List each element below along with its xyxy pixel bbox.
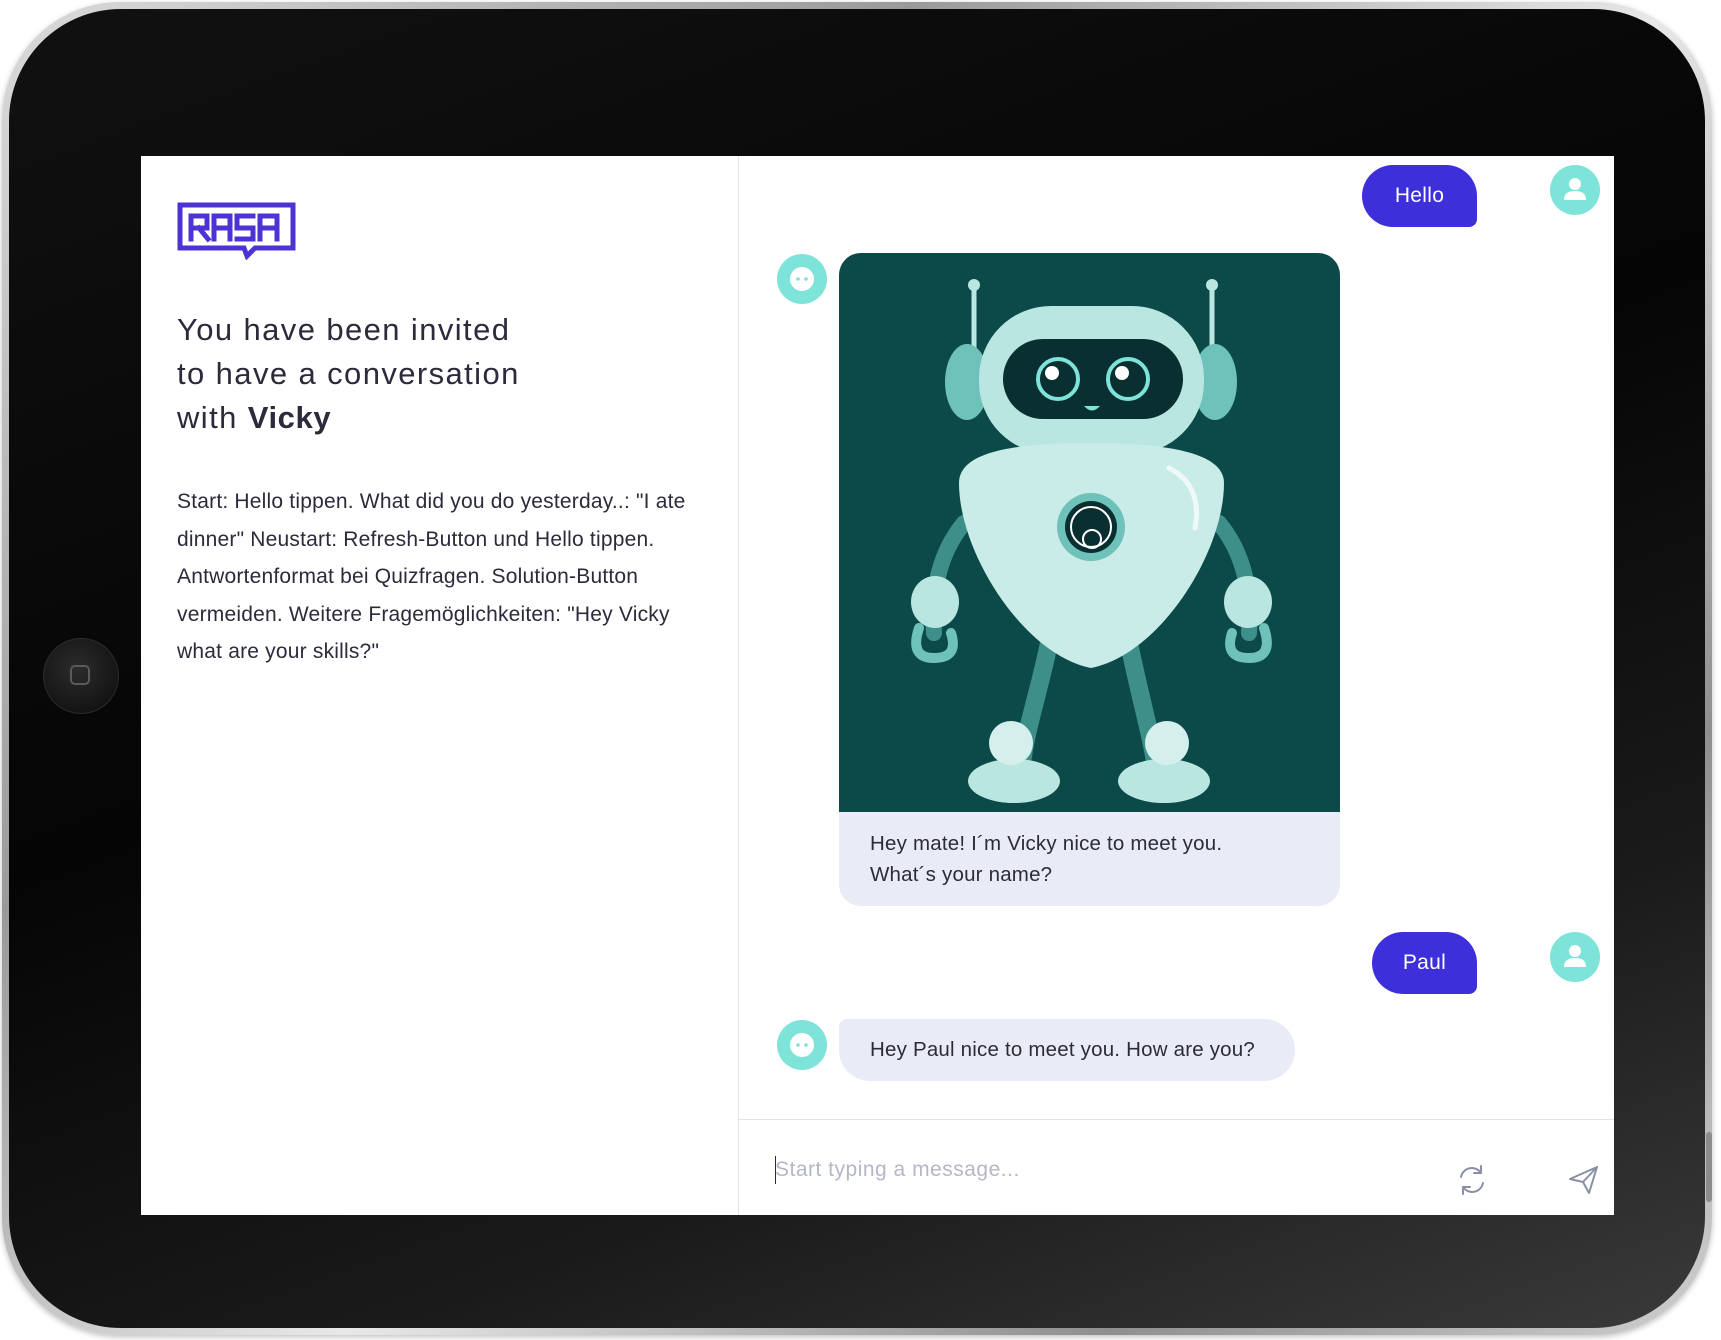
- bot-card-text-line-1: Hey mate! I´m Vicky nice to meet you.: [870, 832, 1223, 855]
- intro-panel: You have been invited to have a conversat…: [141, 156, 739, 1215]
- message-input[interactable]: [775, 1150, 1395, 1190]
- send-button[interactable]: [1564, 1160, 1604, 1200]
- bot-avatar: [777, 1020, 827, 1070]
- message-list: Hello Hey mate! I´m Vicky nice to meet y…: [739, 156, 1614, 1119]
- heading-line-2: to have a conversation: [177, 356, 520, 391]
- bot-icon: [790, 1033, 814, 1057]
- user-icon: [1564, 945, 1586, 967]
- user-message-bubble: Hello: [1362, 165, 1477, 227]
- bot-icon: [790, 267, 814, 291]
- heading-line-1: You have been invited: [177, 312, 511, 347]
- home-square-icon: [70, 665, 90, 685]
- instructions-text: Start: Hello tippen. What did you do yes…: [177, 490, 686, 663]
- chat-panel: Hello Hey mate! I´m Vicky nice to meet y…: [739, 156, 1614, 1215]
- user-message-bubble: Paul: [1372, 932, 1477, 994]
- invite-heading: You have been invited to have a conversat…: [177, 308, 597, 440]
- user-avatar: [1550, 932, 1600, 982]
- bot-image-card: Hey mate! I´m Vicky nice to meet you. Wha…: [839, 253, 1340, 906]
- refresh-icon: [1460, 1165, 1484, 1195]
- bot-card-text: Hey mate! I´m Vicky nice to meet you. Wha…: [870, 828, 1310, 890]
- robot-illustration: [839, 253, 1340, 812]
- refresh-button[interactable]: [1452, 1160, 1492, 1200]
- user-avatar: [1550, 165, 1600, 215]
- rasa-logo: [177, 202, 297, 261]
- bot-avatar: [777, 254, 827, 304]
- tablet-frame: You have been invited to have a conversat…: [2, 2, 1712, 1335]
- text-caret: [775, 1156, 776, 1184]
- screen: You have been invited to have a conversat…: [141, 156, 1614, 1215]
- bot-message-bubble: Hey Paul nice to meet you. How are you?: [839, 1019, 1295, 1081]
- heading-line-3-prefix: with: [177, 400, 248, 435]
- bot-name: Vicky: [247, 400, 332, 435]
- side-switch: [1706, 1132, 1712, 1202]
- user-icon: [1564, 178, 1586, 200]
- home-button[interactable]: [43, 638, 119, 714]
- composer: [739, 1119, 1614, 1215]
- send-icon: [1569, 1166, 1598, 1194]
- bot-card-text-line-2: What´s your name?: [870, 863, 1053, 886]
